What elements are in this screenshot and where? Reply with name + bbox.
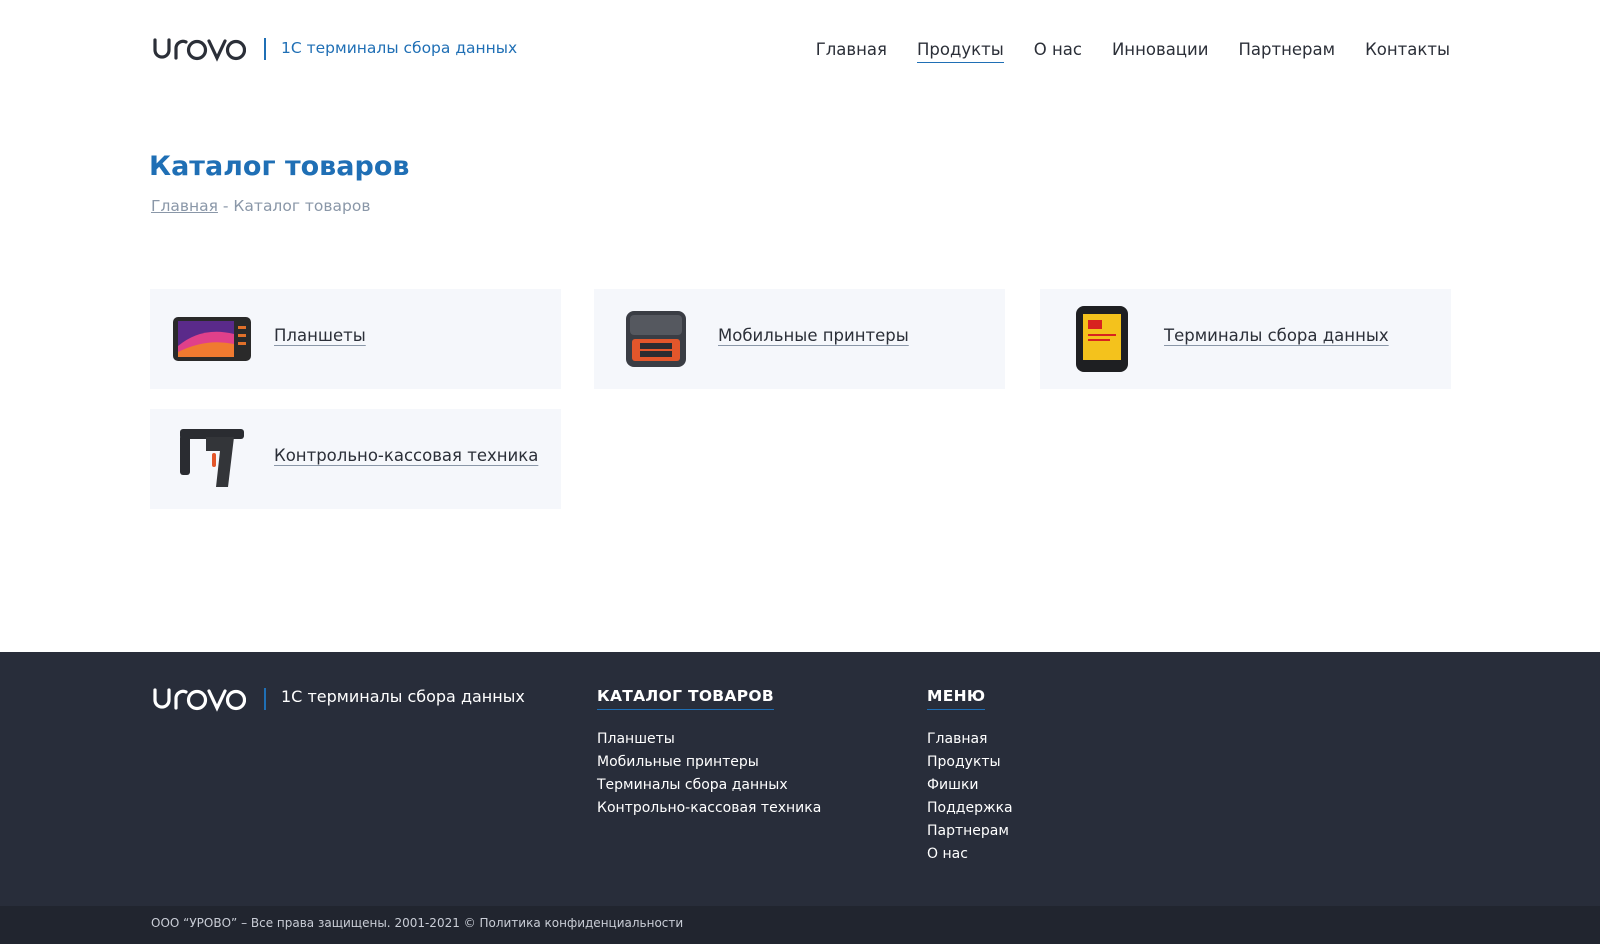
- main-nav: Главная Продукты О нас Инновации Партнер…: [816, 40, 1450, 63]
- nav-item-about[interactable]: О нас: [1034, 40, 1082, 63]
- footer-menu-link[interactable]: Фишки: [927, 774, 1013, 797]
- footer-logo-divider: [264, 688, 266, 710]
- footer-menu-link[interactable]: О нас: [927, 843, 1013, 866]
- urovo-logo-footer[interactable]: [152, 686, 246, 712]
- breadcrumb-separator: -: [217, 197, 234, 215]
- catalog-card-data-terminals[interactable]: Терминалы сбора данных: [1040, 289, 1451, 389]
- footer-catalog-column: КАТАЛОГ ТОВАРОВ Планшеты Мобильные принт…: [597, 686, 821, 820]
- footer-menu-link[interactable]: Партнерам: [927, 820, 1013, 843]
- footer-catalog-link[interactable]: Контрольно-кассовая техника: [597, 797, 821, 820]
- nav-item-innovations[interactable]: Инновации: [1112, 40, 1209, 63]
- site-footer: 1С терминалы сбора данных КАТАЛОГ ТОВАРО…: [0, 652, 1600, 906]
- footer-menu-link[interactable]: Поддержка: [927, 797, 1013, 820]
- footer-catalog-link[interactable]: Мобильные принтеры: [597, 751, 821, 774]
- urovo-logo[interactable]: [152, 36, 246, 62]
- data-terminal-icon: [1060, 301, 1144, 377]
- catalog-card-tablets[interactable]: Планшеты: [150, 289, 561, 389]
- footer-catalog-link[interactable]: Терминалы сбора данных: [597, 774, 821, 797]
- footer-tagline: 1С терминалы сбора данных: [281, 687, 525, 706]
- catalog-card-label: Мобильные принтеры: [718, 326, 909, 345]
- footer-menu-heading: МЕНЮ: [927, 687, 986, 710]
- footer-catalog-link[interactable]: Планшеты: [597, 728, 821, 751]
- footer-catalog-heading: КАТАЛОГ ТОВАРОВ: [597, 687, 774, 710]
- mobile-printer-icon: [614, 301, 698, 377]
- breadcrumb-current: Каталог товаров: [233, 197, 371, 215]
- catalog-card-label: Терминалы сбора данных: [1164, 326, 1389, 345]
- nav-item-products[interactable]: Продукты: [916, 40, 1004, 63]
- site-header: 1С терминалы сбора данных Главная Продук…: [150, 30, 1450, 70]
- tablet-icon: [170, 301, 254, 377]
- copyright-text[interactable]: ООО “УРОВО” – Все права защищены. 2001-2…: [151, 916, 683, 930]
- breadcrumb: Главная - Каталог товаров: [151, 197, 371, 215]
- copyright-bar: ООО “УРОВО” – Все права защищены. 2001-2…: [0, 906, 1600, 944]
- breadcrumb-home-link[interactable]: Главная: [151, 197, 218, 215]
- catalog-card-cash-registers[interactable]: Контрольно-кассовая техника: [150, 409, 561, 509]
- page-title: Каталог товаров: [149, 151, 410, 182]
- site-tagline: 1С терминалы сбора данных: [281, 39, 518, 57]
- logo-divider: [264, 38, 266, 60]
- catalog-card-mobile-printers[interactable]: Мобильные принтеры: [594, 289, 1005, 389]
- nav-item-home[interactable]: Главная: [816, 40, 887, 63]
- nav-item-contacts[interactable]: Контакты: [1365, 40, 1450, 63]
- catalog-card-label: Планшеты: [274, 326, 366, 345]
- footer-menu-column: МЕНЮ Главная Продукты Фишки Поддержка Па…: [927, 686, 1013, 866]
- scanner-gun-icon: [170, 421, 254, 497]
- footer-menu-link[interactable]: Главная: [927, 728, 1013, 751]
- catalog-card-label: Контрольно-кассовая техника: [274, 446, 539, 465]
- footer-menu-link[interactable]: Продукты: [927, 751, 1013, 774]
- nav-item-partners[interactable]: Партнерам: [1238, 40, 1335, 63]
